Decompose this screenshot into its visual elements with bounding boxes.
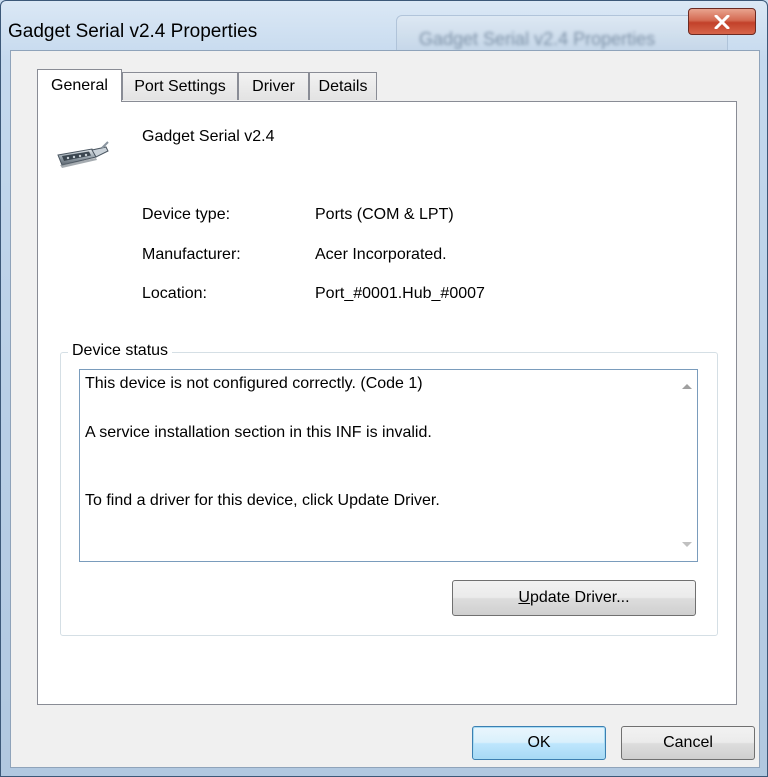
device-type-value: Ports (COM & LPT) <box>315 206 454 223</box>
background-window-title: Gadget Serial v2.4 Properties <box>419 29 656 49</box>
tab-general-label: General <box>51 77 108 94</box>
status-line-detail: A service installation section in this I… <box>85 424 432 441</box>
tab-general[interactable]: General <box>37 69 122 102</box>
status-line-code: This device is not configured correctly.… <box>85 375 423 392</box>
device-status-textbox[interactable]: This device is not configured correctly.… <box>79 369 698 562</box>
cancel-label: Cancel <box>663 734 713 751</box>
scroll-down-arrow-icon[interactable] <box>682 542 692 547</box>
tab-port-settings-label: Port Settings <box>134 77 226 95</box>
close-button[interactable] <box>688 8 756 35</box>
tab-details-label: Details <box>318 77 368 95</box>
manufacturer-value: Acer Incorporated. <box>315 246 447 263</box>
update-driver-button[interactable]: Update Driver... <box>452 580 696 616</box>
tab-port-settings[interactable]: Port Settings <box>122 72 238 100</box>
background-window: Gadget Serial v2.4 Properties <box>396 15 728 51</box>
window-title: Gadget Serial v2.4 Properties <box>8 21 258 42</box>
status-scrollbar[interactable] <box>678 370 697 561</box>
serial-port-icon <box>57 141 109 168</box>
update-driver-label: pdate Driver... <box>529 589 630 606</box>
close-icon <box>714 14 730 29</box>
tab-driver-label: Driver <box>252 77 295 95</box>
cancel-button[interactable]: Cancel <box>621 726 755 760</box>
ok-button[interactable]: OK <box>472 726 606 760</box>
ok-label: OK <box>527 734 551 751</box>
update-driver-mnemonic: U <box>518 589 530 606</box>
tab-details[interactable]: Details <box>309 72 377 100</box>
location-label: Location: <box>142 285 207 302</box>
status-line-hint: To find a driver for this device, click … <box>85 492 440 509</box>
device-type-label: Device type: <box>142 206 231 223</box>
tab-driver[interactable]: Driver <box>238 72 309 100</box>
device-name: Gadget Serial v2.4 <box>142 128 275 145</box>
device-status-legend: Device status <box>68 342 173 360</box>
manufacturer-label: Manufacturer: <box>142 246 241 263</box>
properties-window: Gadget Serial v2.4 Properties Gadget Ser… <box>0 0 768 777</box>
location-value: Port_#0001.Hub_#0007 <box>315 285 485 302</box>
scroll-up-arrow-icon[interactable] <box>682 384 692 389</box>
